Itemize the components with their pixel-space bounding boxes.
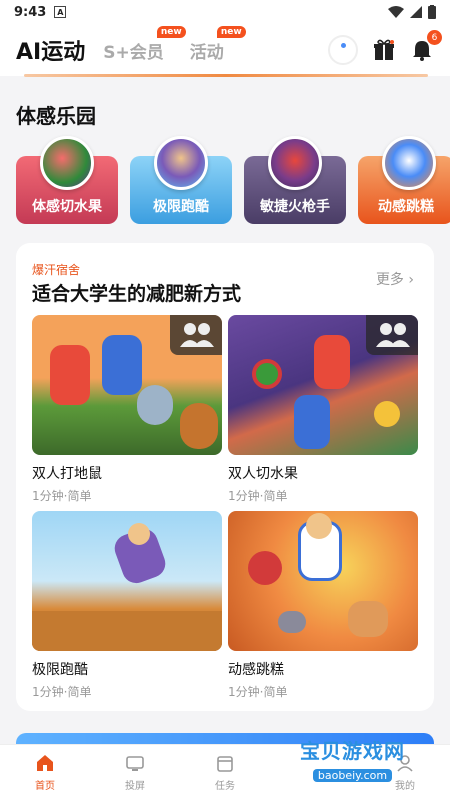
game-tile-jump-cake[interactable]: 动感跳糕 1分钟·简单 [228, 511, 418, 700]
top-banner-edge [24, 74, 428, 77]
tile-meta: 1分钟·简单 [228, 685, 288, 699]
game-thumb-fruit [40, 136, 94, 190]
card-title: 适合大学生的减肥新方式 [32, 283, 242, 305]
game-label: 极限跑酷 [153, 199, 209, 215]
gift-icon[interactable] [372, 38, 396, 62]
game-label: 敏捷火枪手 [260, 199, 330, 215]
signal-icon [410, 6, 422, 18]
nav-label: 任务 [215, 781, 235, 792]
tile-image [228, 315, 418, 455]
motion-games-row: 体感切水果 极限跑酷 敏捷火枪手 动感跳糕 [16, 136, 450, 228]
status-time: 9:43 [14, 4, 47, 20]
top-header: AI运动 S+会员 new 活动 new 6 [0, 24, 450, 76]
status-icons [388, 5, 436, 19]
game-card-parkour[interactable]: 极限跑酷 [130, 136, 232, 224]
ring-icon[interactable] [328, 35, 358, 65]
more-link[interactable]: 更多 › [376, 269, 414, 289]
tile-image [228, 511, 418, 651]
tile-meta: 1分钟·简单 [32, 489, 92, 503]
tile-meta: 1分钟·简单 [32, 685, 92, 699]
game-thumb-jump [382, 136, 436, 190]
game-tile-parkour[interactable]: 极限跑酷 1分钟·简单 [32, 511, 222, 700]
game-card-jump[interactable]: 动感跳糕 [358, 136, 450, 224]
status-bar: 9:43 A [0, 0, 450, 24]
card-tag: 爆汗宿舍 [32, 263, 81, 277]
section-title-motion-park: 体感乐园 [16, 104, 96, 128]
tile-meta: 1分钟·简单 [228, 489, 288, 503]
two-player-icon [366, 315, 418, 355]
nav-label: 投屏 [125, 781, 145, 792]
tile-name: 双人切水果 [228, 466, 298, 482]
tile-name: 动感跳糕 [228, 662, 284, 678]
chevron-right-icon: › [408, 272, 414, 288]
app-notification-icon: A [54, 6, 67, 18]
calendar-icon [217, 756, 233, 772]
notification-count-badge: 6 [427, 30, 442, 45]
nav-cast[interactable]: 投屏 [90, 745, 180, 800]
tile-name: 极限跑酷 [32, 662, 88, 678]
tile-image [32, 315, 222, 455]
tab-ai-sport[interactable]: AI运动 [16, 34, 85, 66]
watermark-url: baobeiy.com [312, 769, 393, 782]
game-card-fruit[interactable]: 体感切水果 [16, 136, 118, 224]
tab-activity-label: 活动 [189, 42, 224, 63]
game-thumb-parkour [154, 136, 208, 190]
dorm-workout-card: 爆汗宿舍 适合大学生的减肥新方式 更多 › 双人打地鼠 1分钟·简单 双人切水果… [16, 243, 434, 711]
header-actions: 6 [328, 30, 442, 65]
tab-vip[interactable]: S+会员 new [103, 25, 186, 63]
tile-name: 双人打地鼠 [32, 466, 102, 482]
more-label: 更多 [375, 272, 404, 288]
new-badge: new [216, 25, 246, 38]
game-tile-fruit-duo[interactable]: 双人切水果 1分钟·简单 [228, 315, 418, 504]
tv-icon [126, 756, 144, 771]
tab-vip-label: S+会员 [103, 42, 164, 63]
game-label: 体感切水果 [32, 199, 102, 215]
nav-home[interactable]: 首页 [0, 745, 90, 800]
tab-activity[interactable]: 活动 new [189, 25, 246, 63]
notification-button[interactable]: 6 [410, 30, 442, 62]
wifi-icon [388, 6, 404, 18]
nav-label: 首页 [35, 781, 55, 792]
two-player-icon [170, 315, 222, 355]
home-icon [37, 755, 53, 771]
game-card-gunner[interactable]: 敏捷火枪手 [244, 136, 346, 224]
game-label: 动感跳糕 [378, 199, 434, 215]
watermark-text: 宝贝游戏网 [300, 739, 405, 763]
new-badge: new [156, 25, 186, 38]
site-watermark: 宝贝游戏网 baobeiy.com [285, 735, 420, 785]
nav-tasks[interactable]: 任务 [180, 745, 270, 800]
game-thumb-gunner [268, 136, 322, 190]
tile-image [32, 511, 222, 651]
game-tile-whack-mole[interactable]: 双人打地鼠 1分钟·简单 [32, 315, 222, 504]
battery-icon [428, 5, 436, 19]
